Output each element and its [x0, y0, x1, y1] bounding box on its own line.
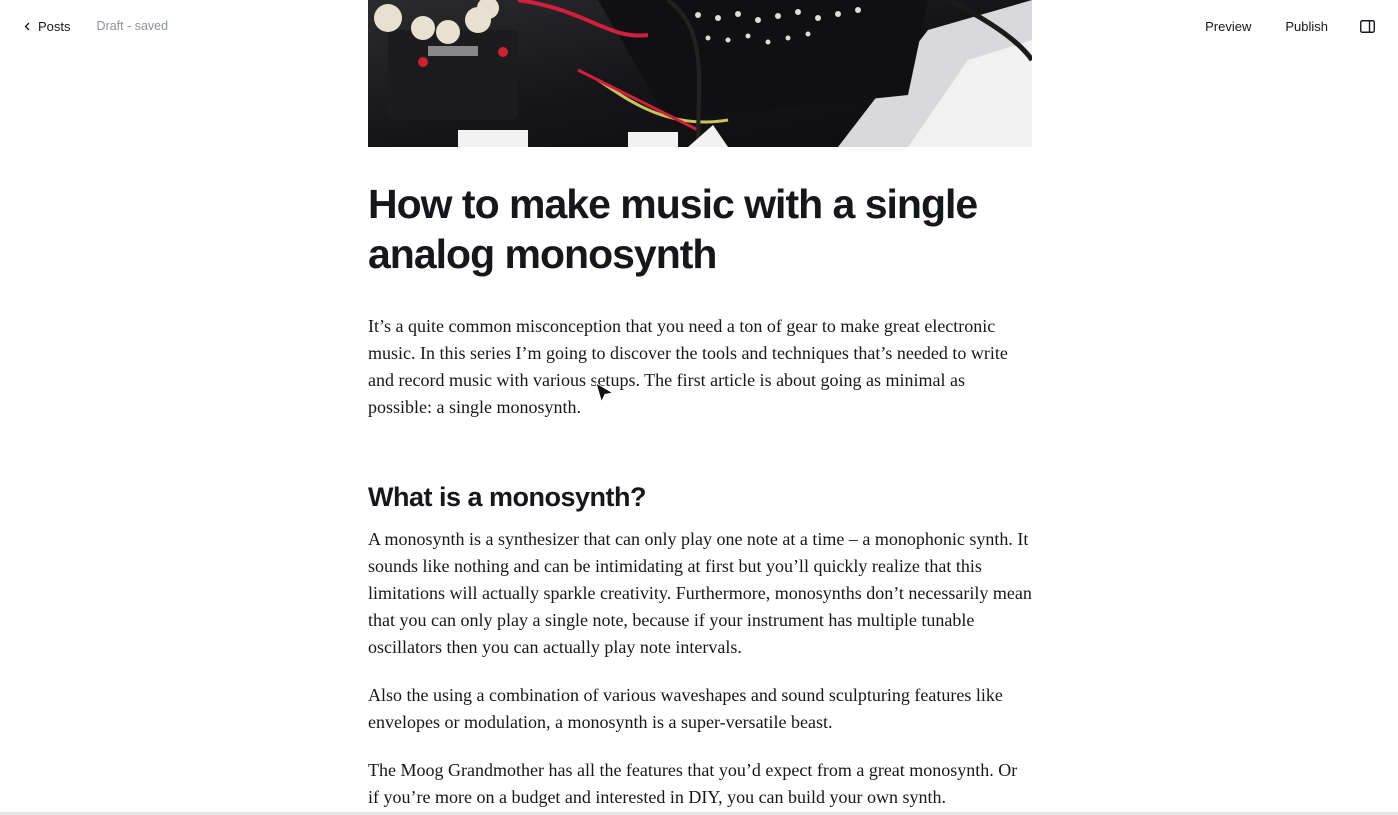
- publish-button[interactable]: Publish: [1285, 19, 1328, 34]
- chevron-left-icon: [24, 22, 30, 30]
- editor-window: Posts Draft - saved Preview Publish How …: [0, 0, 1398, 815]
- sidebar-toggle-button[interactable]: [1360, 18, 1376, 34]
- post-title[interactable]: How to make music with a single analog m…: [368, 179, 1032, 279]
- paragraph[interactable]: A monosynth is a synthesizer that can on…: [368, 526, 1032, 661]
- paragraph[interactable]: It’s a quite common misconception that y…: [368, 313, 1032, 421]
- post-editor: How to make music with a single analog m…: [368, 0, 1032, 811]
- section-heading[interactable]: What is a monosynth?: [368, 480, 1032, 514]
- topbar-right: Preview Publish: [1205, 15, 1376, 37]
- mouse-pointer-icon: [595, 382, 615, 404]
- back-label: Posts: [38, 18, 71, 34]
- sidebar-icon: [1360, 19, 1375, 33]
- paragraph[interactable]: Also the using a combination of various …: [368, 682, 1032, 736]
- back-to-posts-link[interactable]: Posts: [24, 19, 71, 34]
- preview-button[interactable]: Preview: [1205, 19, 1251, 34]
- topbar-left: Posts Draft - saved: [24, 15, 168, 37]
- feature-image[interactable]: [368, 0, 1032, 147]
- paragraph[interactable]: The Moog Grandmother has all the feature…: [368, 757, 1032, 811]
- draft-status: Draft - saved: [96, 19, 169, 33]
